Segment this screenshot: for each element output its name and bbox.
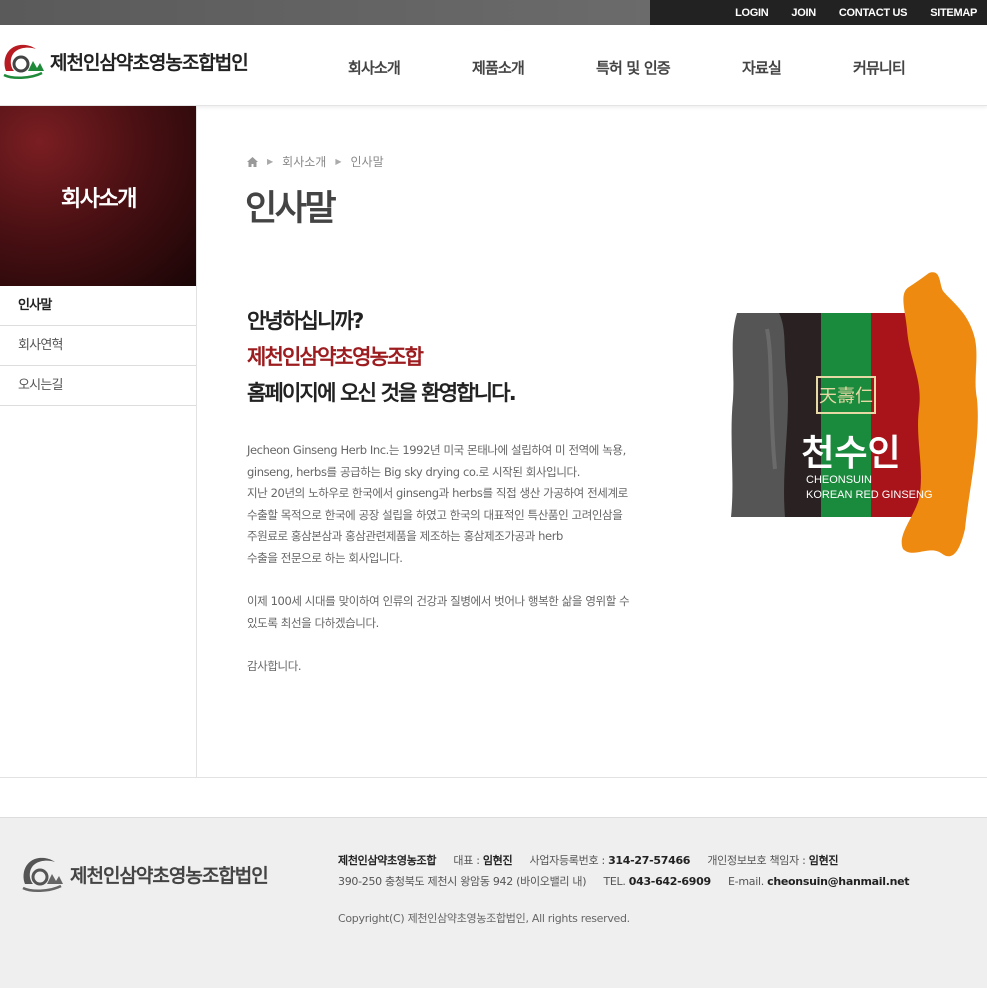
site-header: 제천인삼약초영농조합법인 회사소개 제품소개 특허 및 인증 자료실 커뮤니티 [0,25,987,106]
utility-bar: LOGIN JOIN CONTACT US SITEMAP [0,0,987,25]
breadcrumb-separator-icon: ▶ [267,157,274,166]
closing-line: 감사합니다. [247,658,302,673]
sidebar-item-directions[interactable]: 오시는길 [0,366,197,406]
footer-privacy-officer: 임현진 [808,854,839,867]
greeting-line-3: 홈페이지에 오신 것을 환영합니다. [247,381,517,405]
body-line: 수출을 전문으로 하는 회사입니다. [247,550,403,565]
body-line: Jecheon Ginseng Herb Inc.는 1992년 미국 몬태나에… [247,443,626,457]
sidebar-title-banner: 회사소개 [0,106,197,286]
footer-ceo: 임현진 [482,854,513,867]
body-line: ginseng, herbs를 공급하는 Big sky drying co.로… [247,464,580,479]
main-nav: 회사소개 제품소개 특허 및 인증 자료실 커뮤니티 [0,25,987,106]
page-title: 인사말 [245,189,337,229]
greeting-line-2: 제천인삼약초영농조합 [247,345,424,369]
footer-copyright: Copyright(C) 제천인삼약초영농조합법인, All rights re… [338,912,630,925]
content-bottom-divider [0,777,987,778]
brand-line-2: KOREAN RED GINSENG [806,489,933,501]
nav-resources[interactable]: 자료실 [742,57,782,78]
brand-calligraphy: 천수인 [801,433,900,474]
sidebar-title: 회사소개 [61,187,137,212]
greeting-heading: 안녕하십니까? 제천인삼약초영농조합 홈페이지에 오신 것을 환영합니다. [247,303,517,411]
nav-company[interactable]: 회사소개 [348,57,401,78]
footer-tel: 043-642-6909 [628,875,711,888]
breadcrumb-item-company[interactable]: 회사소개 [282,153,326,170]
login-link[interactable]: LOGIN [735,7,769,19]
greeting-body: Jecheon Ginseng Herb Inc.는 1992년 미국 몬태나에… [247,440,707,678]
sidebar-menu: 인사말 회사연혁 오시는길 [0,286,197,406]
footer-logo-emblem-icon [22,857,63,892]
body-line: 주원료로 홍삼본삼과 홍삼관련제품을 제조하는 홍삼제조가공과 herb [247,529,563,544]
body-line: 수출할 목적으로 한국에 공장 설립을 하였고 한국의 대표적인 특산품인 고려… [247,507,623,522]
greeting-line-1: 안녕하십니까? [247,309,364,333]
site-footer: 제천인삼약초영농조합법인 제천인삼약초영농조합 대표 : 임현진 사업자등록번호… [0,817,987,988]
footer-biz-number: 314-27-57466 [608,854,691,867]
footer-company-name: 제천인삼약초영농조합 [338,854,437,867]
sidebar-item-greeting[interactable]: 인사말 [0,286,197,326]
brand-line-1: CHEONSUIN [806,474,872,486]
sidebar-item-history[interactable]: 회사연혁 [0,326,197,366]
contact-us-link[interactable]: CONTACT US [839,7,908,19]
breadcrumb: ▶ 회사소개 ▶ 인사말 [247,153,384,170]
home-icon[interactable] [247,156,258,167]
breadcrumb-separator-icon: ▶ [335,157,342,166]
body-line: 있도록 최선을 다하겠습니다. [247,615,379,630]
product-image: 天壽仁 천수인 CHEONSUIN KOREAN RED GINSENG [729,269,981,561]
nav-products[interactable]: 제품소개 [472,57,525,78]
nav-patents[interactable]: 특허 및 인증 [596,57,671,78]
breadcrumb-item-current: 인사말 [350,155,384,169]
footer-email[interactable]: cheonsuin@hanmail.net [767,875,909,888]
sitemap-link[interactable]: SITEMAP [930,7,977,19]
nav-community[interactable]: 커뮤니티 [853,57,906,78]
utility-links: LOGIN JOIN CONTACT US SITEMAP [712,0,977,25]
footer-logo-text: 제천인삼약초영농조합법인 [70,864,269,887]
body-line: 지난 20년의 노하우로 한국에서 ginseng과 herbs를 직접 생산 … [247,486,628,501]
footer-company-info: 제천인삼약초영농조합 대표 : 임현진 사업자등록번호 : 314-27-574… [338,854,910,888]
body-line: 이제 100세 시대를 맞이하여 인류의 건강과 질병에서 벗어나 행복한 삶을… [247,594,630,609]
join-link[interactable]: JOIN [791,7,816,19]
stamp-text: 天壽仁 [819,386,873,407]
footer-address: 390-250 충청북도 제천시 왕암동 942 (바이오밸리 내) [338,875,587,888]
sidebar-divider [196,106,197,778]
footer-logo: 제천인삼약초영농조합법인 [18,854,269,894]
